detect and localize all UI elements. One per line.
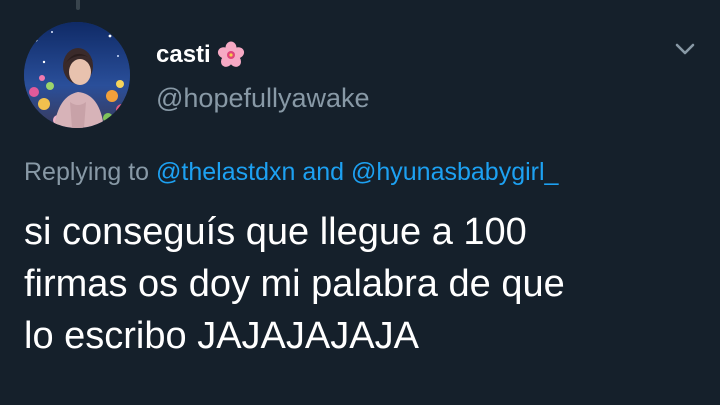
- chevron-down-icon[interactable]: [670, 36, 700, 62]
- tweet-card: casti @hopefullyawake Replying to @thela…: [0, 0, 720, 405]
- tweet-text: si conseguís que llegue a 100 firmas os …: [24, 206, 704, 362]
- replying-to-line: Replying to @thelastdxn and @hyunasbabyg…: [24, 156, 558, 188]
- mention-link-thelastdxn[interactable]: @thelastdxn: [156, 158, 295, 186]
- hibiscus-flower-icon: [217, 41, 245, 69]
- replying-to-prefix: Replying to: [24, 158, 150, 186]
- avatar-image: [24, 22, 130, 128]
- mention-link-hyunasbabygirl[interactable]: @hyunasbabygirl_: [351, 158, 558, 186]
- reply-conjunction[interactable]: and: [302, 158, 344, 186]
- thread-connector-line: [76, 0, 80, 10]
- tweet-text-line: si conseguís que llegue a 100: [24, 211, 527, 253]
- avatar[interactable]: [24, 22, 130, 128]
- author-display-name[interactable]: casti: [156, 40, 211, 70]
- author-handle[interactable]: @hopefullyawake: [156, 82, 370, 114]
- author-name-row[interactable]: casti: [156, 40, 245, 70]
- tweet-text-line: lo escribo JAJAJAJAJA: [24, 315, 419, 357]
- tweet-text-line: firmas os doy mi palabra de que: [24, 263, 565, 305]
